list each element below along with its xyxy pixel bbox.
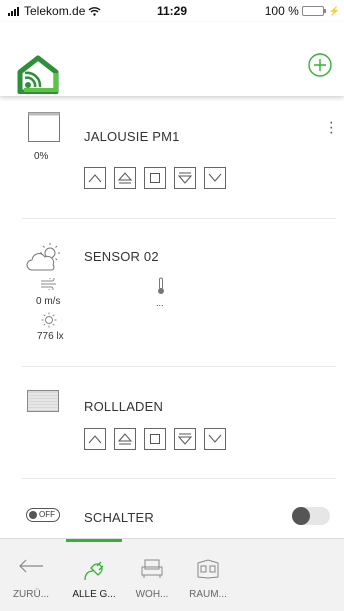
battery-group: 100 % ⚡ [265,4,340,18]
tab-label: ALLE G... [72,589,116,600]
step-down-button[interactable] [174,167,196,189]
wind-value: 0 m/s [36,296,61,307]
shutter-controls [84,428,226,450]
step-down-icon [178,172,192,184]
thermometer-icon [158,277,164,294]
wind-icon [41,278,56,290]
tab-label: RAUM... [189,589,227,600]
blind-icon [28,112,60,142]
bottom-tab-bar: ZURÜ... ALLE G... WOH... RAUM... [0,538,344,611]
tab-all-devices[interactable]: ALLE G... [66,539,122,611]
add-device-button[interactable] [308,53,332,77]
device-list: 0% JALOUSIE PM1 · · · SENSOR 02 0 m/s ... [0,96,344,538]
tab-label: WOH... [135,589,169,600]
arrow-left-icon [19,559,43,573]
up-button[interactable] [84,428,106,450]
down-button[interactable] [204,428,226,450]
tab-living-room[interactable]: WOH... [124,539,180,611]
battery-percent: 100 % [264,4,299,18]
charging-icon: ⚡ [328,5,340,16]
step-up-icon [118,433,132,445]
plug-icon [84,561,104,581]
device-title: SCHALTER [84,510,154,525]
light-value: 776 lx [37,331,64,342]
status-bar: Telekom.de 11:29 100 % ⚡ [0,0,344,22]
stop-button[interactable] [144,428,166,450]
blind-controls [84,167,226,189]
down-button[interactable] [204,167,226,189]
stop-icon [150,434,160,444]
stop-button[interactable] [144,167,166,189]
step-up-button[interactable] [114,428,136,450]
tab-back[interactable]: ZURÜ... [3,539,59,611]
off-badge-icon: OFF [26,508,60,522]
off-badge-label: OFF [39,510,55,519]
blind-position: 0% [34,151,49,162]
shutter-icon [27,390,59,412]
sun-icon [41,312,57,328]
step-up-icon [118,172,132,184]
up-button[interactable] [84,167,106,189]
divider [22,218,336,219]
chevron-up-icon [88,435,102,444]
weather-icon [26,243,60,271]
sofa-icon [141,559,163,578]
chevron-down-icon [208,434,222,443]
tab-label: ZURÜ... [12,589,50,600]
device-title: SENSOR 02 [84,249,159,264]
temperature-value: ... [156,298,164,308]
device-title: ROLLLADEN [84,399,164,414]
divider [22,478,336,479]
divider [22,366,336,367]
home-wifi-logo [17,55,59,94]
tab-rooms[interactable]: RAUM... [180,539,236,611]
chevron-up-icon [88,174,102,183]
stop-icon [150,173,160,183]
app-header [0,22,344,96]
switch-toggle[interactable] [292,507,330,525]
more-menu-icon[interactable]: · · · [329,115,334,141]
chevron-down-icon [208,173,222,182]
toggle-knob [292,507,310,525]
active-tab-indicator [66,539,122,542]
step-up-button[interactable] [114,167,136,189]
step-down-icon [178,433,192,445]
room-icon [197,559,219,579]
battery-icon [301,6,326,16]
step-down-button[interactable] [174,428,196,450]
device-title: JALOUSIE PM1 [84,129,180,144]
